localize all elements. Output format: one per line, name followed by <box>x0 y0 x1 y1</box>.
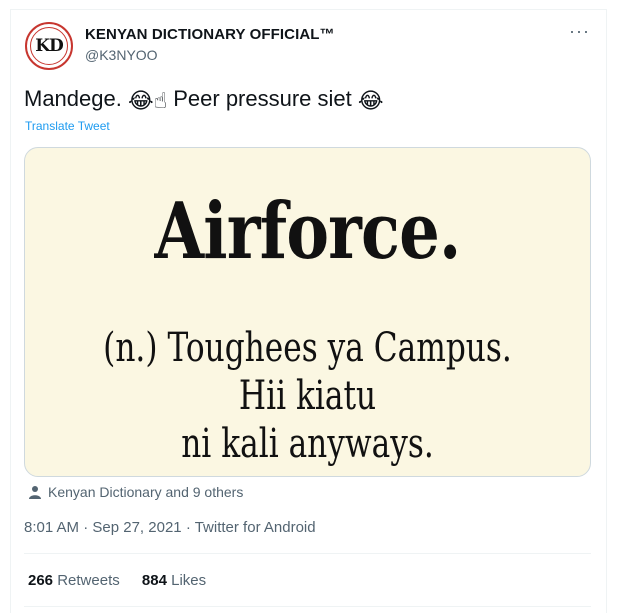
tweet-text-part2: Peer pressure siet <box>173 86 352 111</box>
tweet-date[interactable]: Sep 27, 2021 <box>92 519 181 536</box>
person-icon <box>29 486 41 499</box>
joy-emoji-icon: 😂 <box>127 88 154 113</box>
display-name[interactable]: KENYAN DICTIONARY OFFICIAL™ <box>85 26 335 43</box>
user-handle[interactable]: @K3NYOO <box>85 47 158 63</box>
retweets-label: Retweets <box>57 572 120 589</box>
more-options-icon[interactable]: ··· <box>569 22 590 40</box>
tagged-users-label: Kenyan Dictionary and 9 others <box>48 484 244 500</box>
tagged-users[interactable]: Kenyan Dictionary and 9 others <box>28 484 243 500</box>
media-definition-line2: ni kali anyways. <box>181 421 434 467</box>
retweets-count: 266 <box>28 572 54 589</box>
likes-count: 884 <box>141 572 167 589</box>
avatar-logo: KD <box>30 27 68 65</box>
retweets-stat[interactable]: 266 Retweets <box>28 572 120 589</box>
media-definition: (n.) Toughees ya Campus. Hii kiatu ni ka… <box>87 324 528 468</box>
tweet-time[interactable]: 8:01 AM <box>24 519 79 536</box>
translate-tweet-link[interactable]: Translate Tweet <box>25 119 110 133</box>
meta-separator: · <box>185 519 191 536</box>
likes-stat[interactable]: 884 Likes <box>142 572 206 589</box>
divider <box>24 606 591 607</box>
pointing-up-emoji-icon: ☝ <box>153 88 168 113</box>
meta-separator: · <box>83 519 89 536</box>
tweet-media-image[interactable]: Airforce. (n.) Toughees ya Campus. Hii k… <box>24 147 591 477</box>
media-definition-line1: (n.) Toughees ya Campus. Hii kiatu <box>103 325 512 419</box>
tweet-meta: 8:01 AM · Sep 27, 2021 · Twitter for And… <box>24 519 316 536</box>
tweet-source[interactable]: Twitter for Android <box>195 519 316 536</box>
joy-emoji-icon: 😂 <box>357 88 384 113</box>
likes-label: Likes <box>171 572 207 589</box>
tweet-text: Mandege. 😂☝ Peer pressure siet 😂 <box>24 86 384 114</box>
avatar[interactable]: KD <box>25 22 73 70</box>
tweet-text-part1: Mandege. <box>24 86 122 111</box>
tweet-stats: 266 Retweets 884 Likes <box>28 572 224 589</box>
media-title: Airforce. <box>154 186 461 277</box>
divider <box>24 553 591 554</box>
